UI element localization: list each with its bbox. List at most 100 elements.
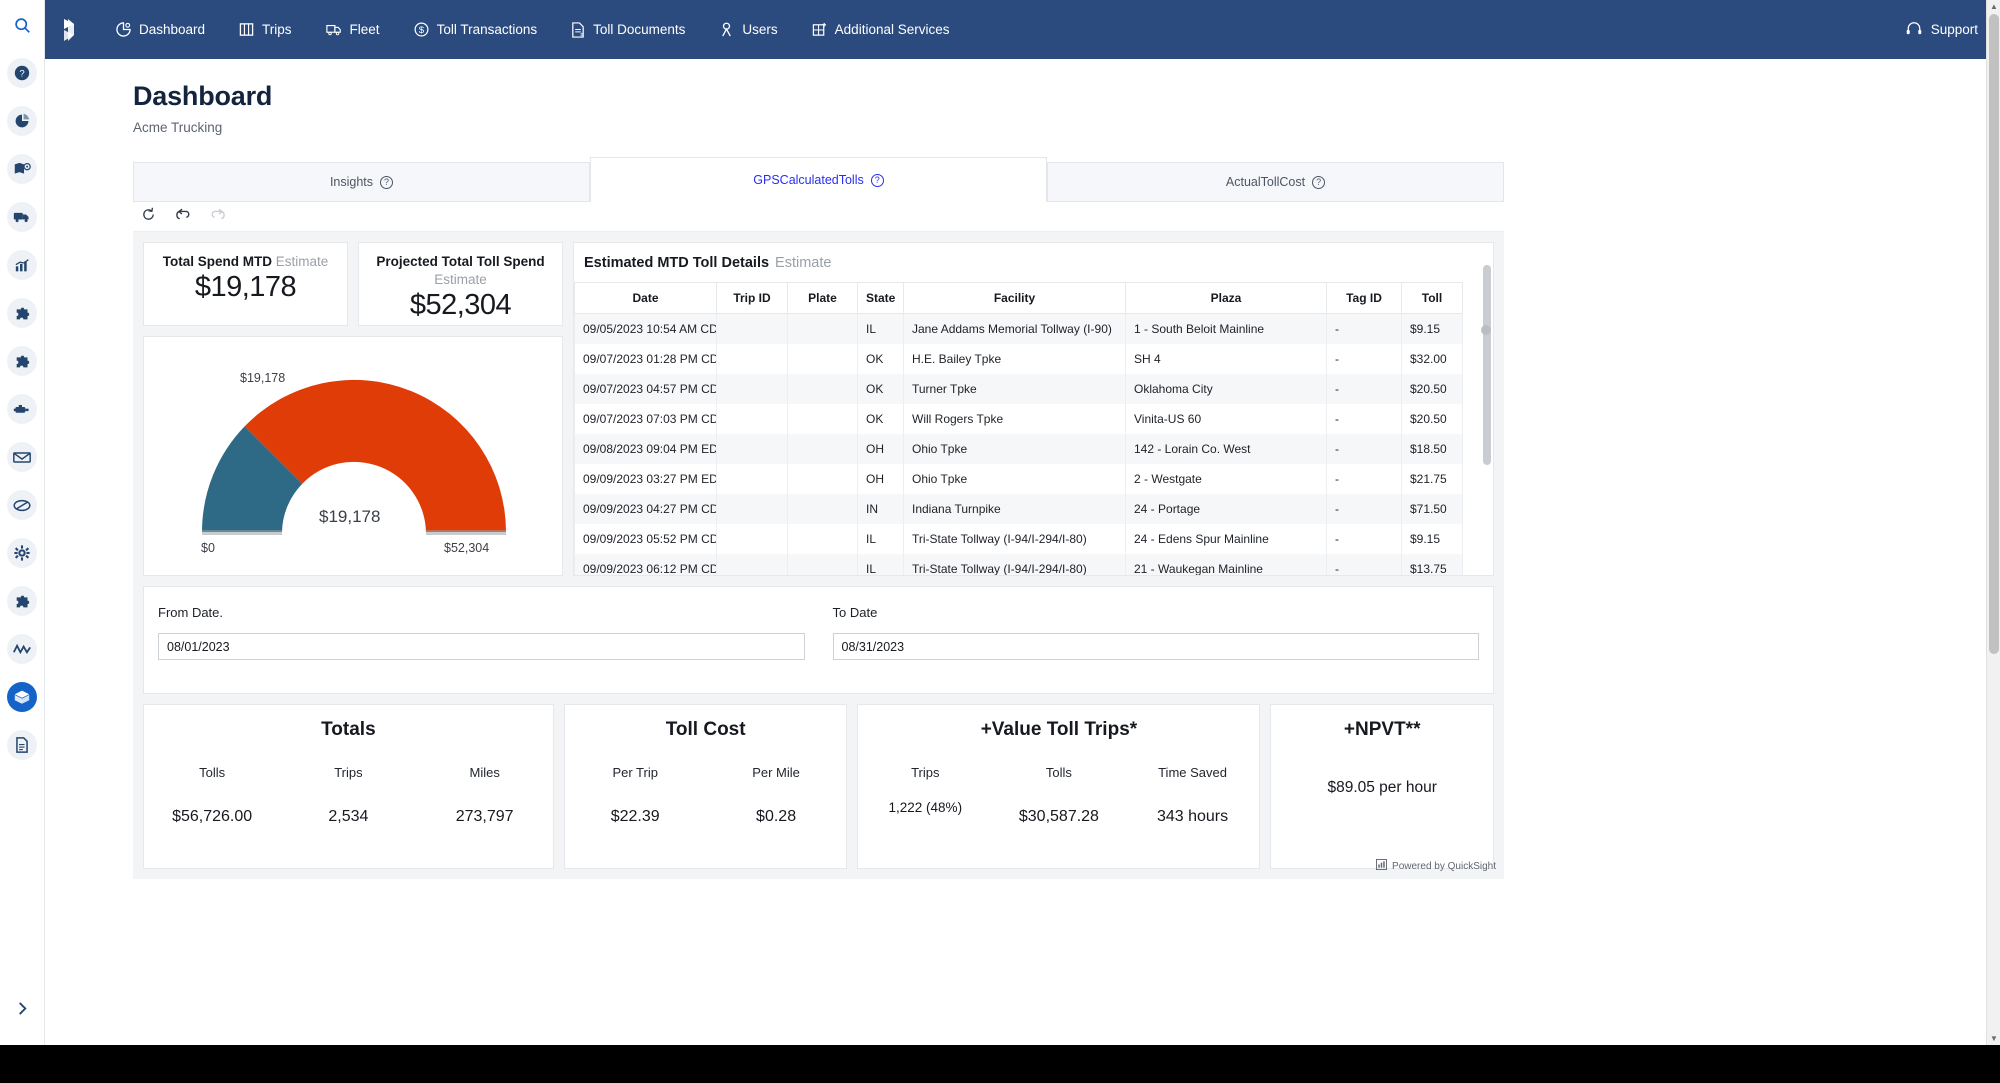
col-plate[interactable]: Plate — [787, 282, 858, 314]
toll-details-panel[interactable]: Estimated MTD Toll Details Estimate Date … — [573, 242, 1494, 576]
help-icon[interactable]: ? — [7, 58, 37, 88]
table-row[interactable]: 09/05/2023 10:54 AM CDT IL Jane Addams M… — [574, 313, 1463, 344]
stat-title: Toll Cost — [665, 719, 746, 740]
kpi-projected-total-toll-spend[interactable]: Projected Total Toll Spend Estimate $52,… — [358, 242, 563, 326]
table-row[interactable]: 09/09/2023 04:27 PM CDT IN Indiana Turnp… — [574, 494, 1463, 524]
cell-facility: Indiana Turnpike — [903, 494, 1126, 524]
mail-icon[interactable] — [7, 442, 37, 472]
info-icon[interactable]: ? — [870, 173, 884, 187]
cell-facility: Ohio Tpke — [903, 464, 1126, 494]
map-icon[interactable] — [7, 154, 37, 184]
cell-date: 09/07/2023 01:28 PM CDT — [574, 344, 717, 374]
date-filter-card: From Date. To Date — [143, 586, 1494, 694]
undo-icon[interactable] — [175, 208, 191, 226]
table-row[interactable]: 09/08/2023 09:04 PM EDT OH Ohio Tpke 142… — [574, 434, 1463, 464]
from-date-filter: From Date. — [158, 605, 805, 693]
gauge-min-label: $0 — [201, 541, 215, 555]
nav-item-toll-documents[interactable]: $ Toll Documents — [554, 0, 702, 59]
brand-logo-icon[interactable] — [53, 12, 85, 48]
col-tag-id[interactable]: Tag ID — [1326, 282, 1402, 314]
stat-card-value-toll-trips[interactable]: +Value Toll Trips* Trips 1,222 (48%) Tol… — [857, 704, 1261, 869]
col-trip-id[interactable]: Trip ID — [716, 282, 788, 314]
tab-insights[interactable]: Insights ? — [133, 162, 590, 201]
col-toll[interactable]: Toll — [1401, 282, 1463, 314]
nav-item-toll-transactions[interactable]: $ Toll Transactions — [397, 0, 555, 59]
table-row[interactable]: 09/07/2023 04:57 PM CDT OK Turner Tpke O… — [574, 374, 1463, 404]
from-date-label: From Date. — [158, 605, 224, 620]
from-date-input[interactable] — [158, 633, 805, 660]
col-facility[interactable]: Facility — [903, 282, 1126, 314]
col-date[interactable]: Date — [574, 282, 717, 314]
table-row[interactable]: 09/07/2023 01:28 PM CDT OK H.E. Bailey T… — [574, 344, 1463, 374]
scroll-up-icon[interactable]: ▲ — [1990, 2, 1998, 11]
scrollbar-thumb[interactable] — [1989, 14, 1999, 654]
window-bottom-bar — [0, 1045, 2000, 1083]
analytics-icon[interactable] — [7, 250, 37, 280]
powered-by-label: Powered by QuickSight — [1392, 860, 1496, 872]
gauge-chart-card[interactable]: $19,178 $19,178 $0 $52,304 — [143, 336, 563, 576]
panel-resize-handle[interactable] — [1481, 325, 1491, 335]
stat-card-npvt[interactable]: +NPVT** $89.05 per hour — [1270, 704, 1494, 869]
truck-icon[interactable] — [7, 202, 37, 232]
cell-trip-id — [716, 313, 788, 344]
col-plaza[interactable]: Plaza — [1125, 282, 1327, 314]
support-link[interactable]: Support — [1906, 0, 1978, 59]
pie-chart-icon[interactable] — [7, 106, 37, 136]
cell-plate — [787, 313, 858, 344]
gauge-chart: $19,178 $19,178 $0 $52,304 — [144, 337, 562, 575]
puzzle-icon[interactable] — [7, 298, 37, 328]
nav-item-users[interactable]: Users — [702, 0, 794, 59]
cell-facility: Tri-State Tollway (I-94/I-294/I-80) — [903, 554, 1126, 575]
expand-sidebar-button[interactable] — [9, 995, 35, 1021]
table-row[interactable]: 09/09/2023 05:52 PM CDT IL Tri-State Tol… — [574, 524, 1463, 554]
stat-card-totals[interactable]: Totals Tolls $56,726.00 Trips 2,534 Mile… — [143, 704, 554, 869]
nav-item-additional-services[interactable]: Additional Services — [795, 0, 967, 59]
cell-date: 09/07/2023 04:57 PM CDT — [574, 374, 717, 404]
fleet-icon — [325, 23, 342, 37]
tab-label: GPSCalculatedTolls — [753, 173, 864, 187]
info-icon[interactable]: ? — [1312, 175, 1326, 189]
table-row[interactable]: 09/09/2023 06:12 PM CDT IL Tri-State Tol… — [574, 554, 1463, 575]
search-icon[interactable] — [7, 10, 37, 40]
scroll-down-icon[interactable]: ▼ — [1990, 1034, 1998, 1043]
cell-plate — [787, 434, 858, 464]
page-scrollbar[interactable]: ▲ ▼ — [1986, 0, 2000, 1045]
tab-actualtollcost[interactable]: ActualTollCost ? — [1047, 162, 1504, 201]
cell-date: 09/09/2023 05:52 PM CDT — [574, 524, 717, 554]
puzzle-2-icon[interactable] — [7, 346, 37, 376]
top-row: Total Spend MTD Estimate $19,178 Project… — [143, 242, 1494, 576]
puzzle-3-icon[interactable] — [7, 586, 37, 616]
to-date-input[interactable] — [832, 633, 1479, 660]
cell-tag-id: - — [1326, 344, 1402, 374]
gauge-value-label-top: $19,178 — [240, 371, 286, 385]
document-icon[interactable] — [7, 730, 37, 760]
table-row[interactable]: 09/09/2023 03:27 PM EDT OH Ohio Tpke 2 -… — [574, 464, 1463, 494]
trend-icon[interactable] — [7, 634, 37, 664]
kpi-total-spend-mtd[interactable]: Total Spend MTD Estimate $19,178 — [143, 242, 348, 326]
reset-icon[interactable] — [141, 207, 156, 227]
stat-card-toll-cost[interactable]: Toll Cost Per Trip $22.39 Per Mile $0.28 — [563, 704, 848, 869]
users-icon — [719, 22, 734, 37]
nav-item-fleet[interactable]: Fleet — [309, 0, 397, 59]
tab-gpscalculatedtolls[interactable]: GPSCalculatedTolls ? — [590, 157, 1047, 202]
dashboard-icon — [116, 22, 131, 37]
cube-icon[interactable] — [7, 682, 37, 712]
panel-scrollbar[interactable] — [1483, 265, 1491, 465]
block-icon[interactable] — [7, 490, 37, 520]
cell-facility: Turner Tpke — [903, 374, 1126, 404]
info-icon[interactable]: ? — [380, 175, 394, 189]
stat-value: 1,222 (48%) — [888, 800, 963, 815]
cell-plaza: Oklahoma City — [1125, 374, 1327, 404]
gauge-center-label: $19,178 — [319, 507, 381, 526]
stat-key: Trips — [911, 765, 940, 780]
nav-item-trips[interactable]: Trips — [222, 0, 309, 59]
kpi-title-text: Projected Total Toll Spend — [376, 254, 545, 269]
engine-icon[interactable] — [7, 394, 37, 424]
gear-icon[interactable] — [7, 538, 37, 568]
nav-item-dashboard[interactable]: Dashboard — [99, 0, 222, 59]
table-row[interactable]: 09/07/2023 07:03 PM CDT OK Will Rogers T… — [574, 404, 1463, 434]
col-state[interactable]: State — [857, 282, 904, 314]
to-date-label: To Date — [832, 605, 878, 620]
cell-date: 09/09/2023 04:27 PM CDT — [574, 494, 717, 524]
cell-state: OH — [857, 464, 904, 494]
